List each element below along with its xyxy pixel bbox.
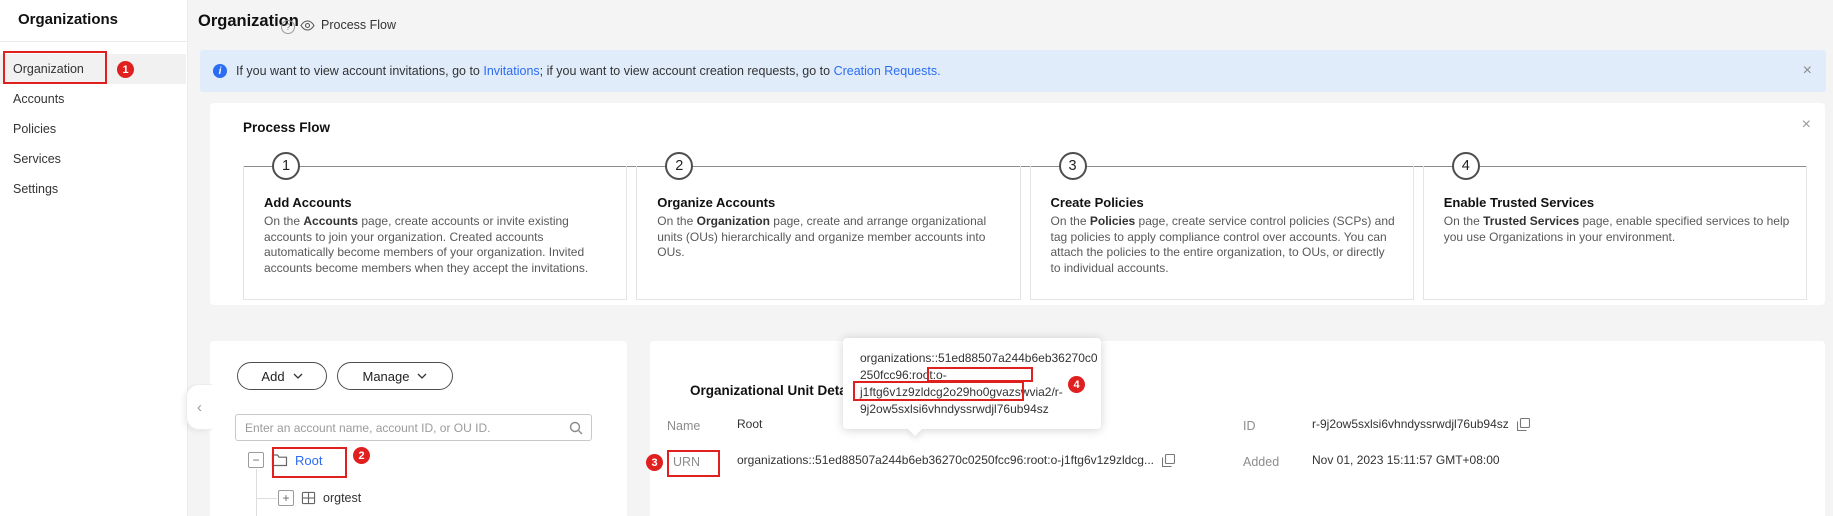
urn-tooltip: organizations::51ed88507a244b6eb36270c0 … — [843, 338, 1101, 429]
step-3-description: On the Policies page, create service con… — [1050, 214, 1395, 275]
ou-details-title: Organizational Unit Details — [690, 383, 843, 398]
info-icon: i — [213, 64, 227, 78]
step-2-description: On the Organization page, create and arr… — [657, 214, 987, 259]
account-search-input[interactable] — [235, 414, 592, 441]
urn-tooltip-line: 250fcc96:root:o- — [860, 368, 947, 382]
tree-connector-vertical — [256, 469, 257, 516]
tree-root-label[interactable]: Root — [295, 453, 322, 468]
organizations-console: Organizations Organization Accounts Poli… — [0, 0, 1833, 516]
tree-node-orgtest: + orgtest — [278, 490, 361, 506]
id-value: r-9j2ow5sxlsi6vhndyssrwdjl76ub94sz — [1312, 417, 1530, 431]
tree-orgtest-label[interactable]: orgtest — [323, 491, 361, 505]
step-4-title: Enable Trusted Services — [1443, 195, 1595, 210]
tree-connector-horizontal — [256, 498, 277, 499]
info-banner: i If you want to view account invitation… — [200, 50, 1826, 92]
expand-node-icon[interactable]: + — [278, 490, 294, 506]
name-label: Name — [667, 419, 701, 433]
copy-urn-icon[interactable] — [1161, 453, 1175, 467]
urn-tooltip-line: organizations::51ed88507a244b6eb36270c0 — [860, 351, 1098, 365]
info-banner-text: If you want to view account invitations,… — [236, 50, 941, 92]
process-flow-title: Process Flow — [243, 120, 331, 135]
help-icon[interactable]: ? — [281, 20, 295, 34]
step-1-number: 1 — [272, 152, 300, 180]
manage-button[interactable]: Manage — [337, 362, 453, 390]
urn-label: URN — [673, 455, 701, 469]
added-value: Nov 01, 2023 15:11:57 GMT+08:00 — [1312, 453, 1500, 467]
sidebar-item-services[interactable]: Services — [0, 144, 186, 174]
step-add-accounts: 1 Add Accounts On the Accounts page, cre… — [243, 152, 628, 300]
org-unit-icon — [301, 491, 316, 505]
process-flow-steps: 1 Add Accounts On the Accounts page, cre… — [243, 152, 1807, 300]
collapse-node-icon[interactable]: − — [248, 452, 264, 468]
chevron-down-icon — [417, 373, 427, 379]
banner-text-before: If you want to view account invitations,… — [236, 64, 484, 78]
banner-close-icon[interactable]: × — [1803, 50, 1812, 92]
panel-collapse-handle[interactable]: ‹ — [186, 384, 212, 430]
creation-requests-link[interactable]: Creation Requests. — [834, 64, 941, 78]
sidebar-divider — [0, 41, 187, 42]
urn-tooltip-line: 9j2ow5sxlsi6vhndyssrwdjl76ub94sz — [860, 402, 1049, 416]
step-1-description: On the Accounts page, create accounts or… — [264, 214, 589, 275]
added-label: Added — [1243, 455, 1280, 469]
step-2-number: 2 — [665, 152, 694, 180]
step-1-title: Add Accounts — [264, 195, 352, 210]
step-3-title: Create Policies — [1050, 195, 1144, 210]
step-organize-accounts: 2 Organize Accounts On the Organization … — [636, 152, 1021, 300]
urn-value: organizations::51ed88507a244b6eb36270c02… — [737, 453, 1175, 467]
process-flow-toggle-label: Process Flow — [321, 18, 397, 32]
name-value: Root — [737, 417, 763, 431]
copy-id-icon[interactable] — [1516, 417, 1530, 431]
folder-icon — [271, 453, 288, 467]
tree-node-root: − Root — [248, 452, 322, 468]
step-2-title: Organize Accounts — [657, 195, 776, 210]
eye-icon — [300, 19, 315, 31]
sidebar-item-accounts[interactable]: Accounts — [0, 84, 186, 114]
step-enable-trusted-services: 4 Enable Trusted Services On the Trusted… — [1422, 152, 1807, 300]
step-4-description: On the Trusted Services page, enable spe… — [1443, 214, 1790, 244]
step-create-policies: 3 Create Policies On the Policies page, … — [1029, 152, 1414, 300]
account-search — [235, 414, 592, 441]
sidebar-item-settings[interactable]: Settings — [0, 174, 186, 204]
organization-tree-panel: Add Manage − — [210, 341, 627, 516]
ou-details-panel: Organizational Unit Details Name Root ID… — [650, 341, 1825, 516]
process-flow-close-icon[interactable]: × — [1802, 116, 1811, 134]
id-label: ID — [1243, 419, 1256, 433]
process-flow-card: Process Flow × 1 Add Accounts On the Acc… — [210, 103, 1825, 305]
sidebar-item-organization[interactable]: Organization — [0, 54, 186, 84]
urn-tooltip-line: j1ftg6v1z9zldcg2o29ho0gvazswvia2/r- — [860, 385, 1063, 399]
sidebar: Organizations Organization Accounts Poli… — [0, 0, 188, 516]
invitations-link[interactable]: Invitations — [483, 64, 539, 78]
process-flow-toggle[interactable]: Process Flow — [300, 18, 396, 32]
sidebar-nav: Organization Accounts Policies Services … — [0, 54, 186, 204]
chevron-down-icon — [293, 373, 303, 379]
step-3-number: 3 — [1058, 152, 1087, 180]
step-4-number: 4 — [1451, 152, 1480, 180]
sidebar-title: Organizations — [18, 11, 119, 28]
chevron-left-icon: ‹ — [197, 398, 202, 416]
sidebar-item-policies[interactable]: Policies — [0, 114, 186, 144]
banner-text-middle: ; if you want to view account creation r… — [539, 64, 834, 78]
add-button[interactable]: Add — [237, 362, 327, 390]
search-icon[interactable] — [569, 421, 583, 435]
